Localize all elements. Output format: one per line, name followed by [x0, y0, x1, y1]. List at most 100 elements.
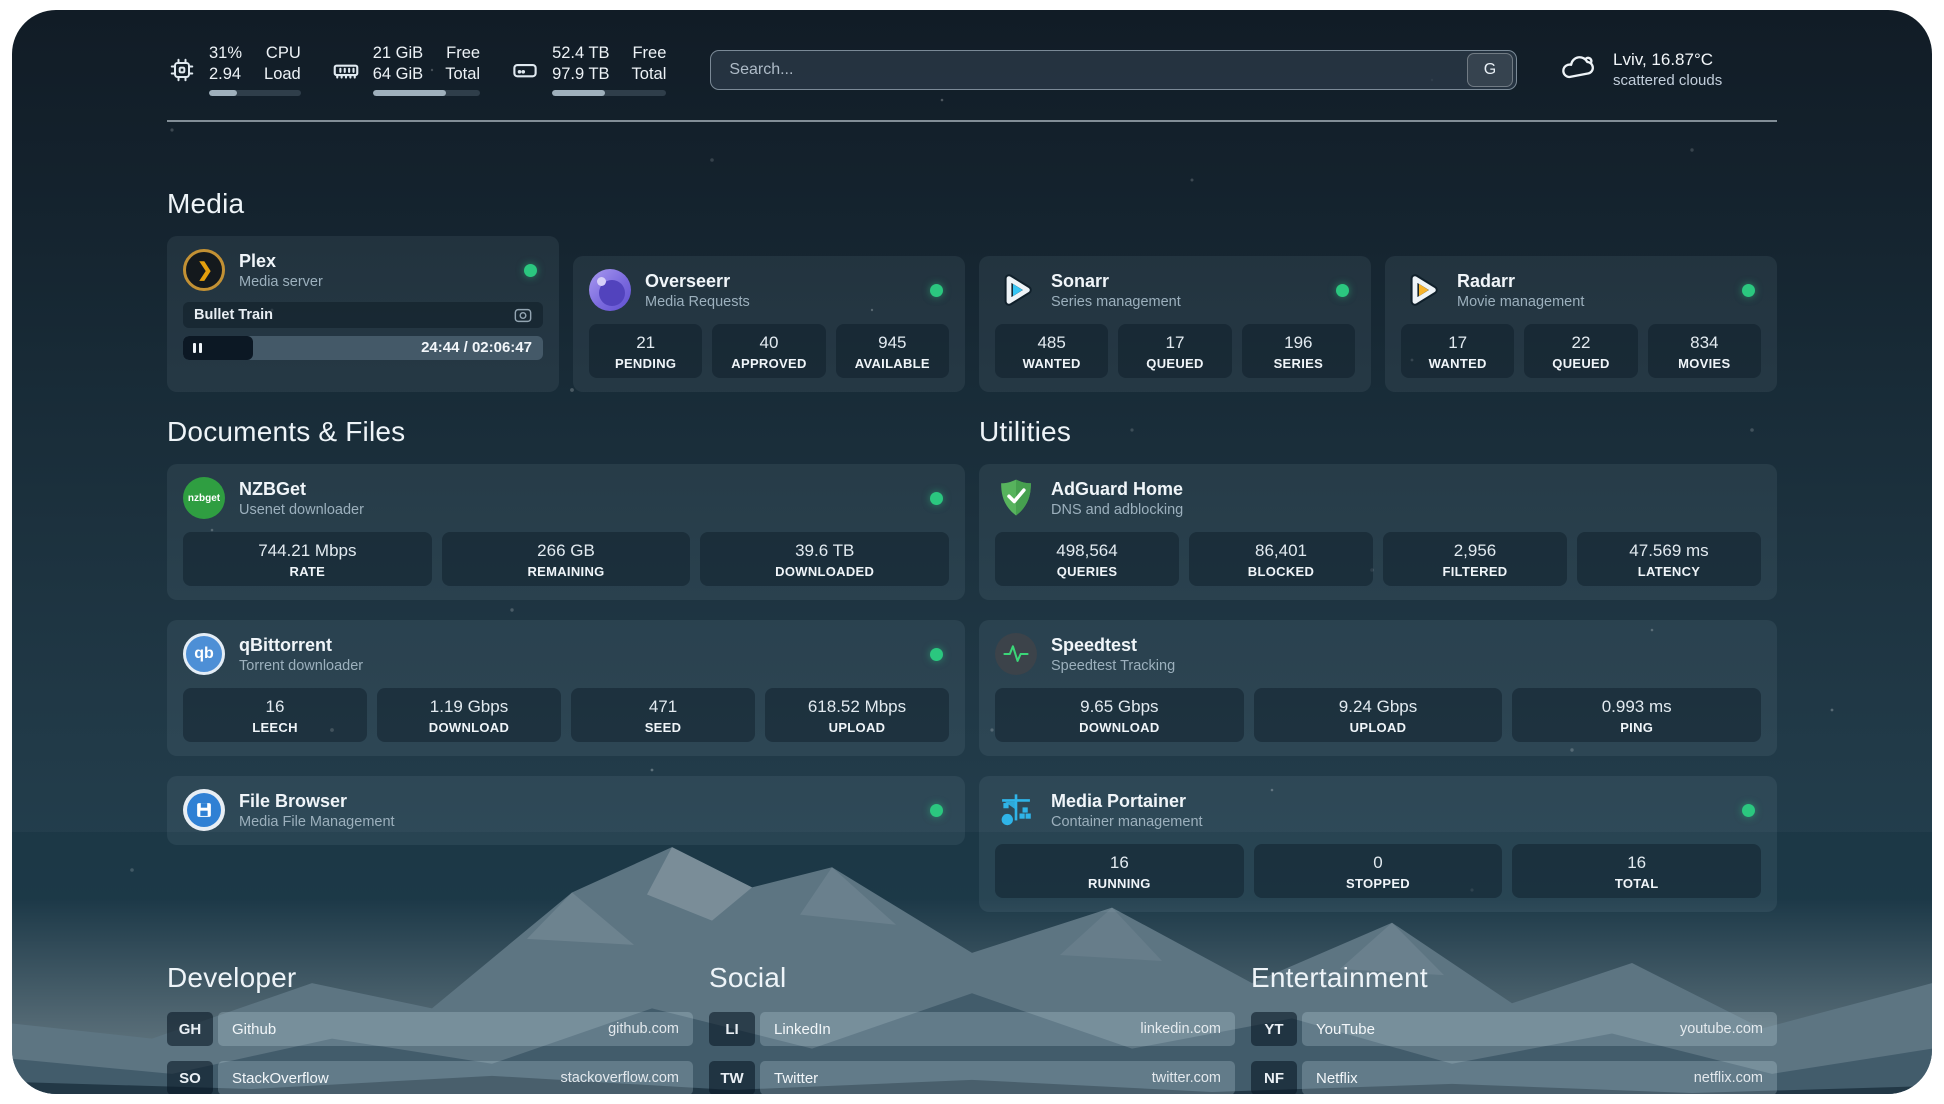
documents-section-title: Documents & Files [167, 416, 965, 448]
service-description: Movie management [1457, 294, 1584, 310]
overseerr-icon [589, 269, 631, 311]
service-description: DNS and adblocking [1051, 502, 1183, 518]
portainer-icon [995, 789, 1037, 831]
stat-box: 945AVAILABLE [836, 324, 949, 378]
service-description: Container management [1051, 814, 1203, 830]
status-online-dot [1742, 804, 1755, 817]
sonarr-card[interactable]: Sonarr Series management 485WANTED 17QUE… [979, 256, 1371, 392]
status-online-dot [524, 264, 537, 277]
speedtest-icon [995, 633, 1037, 675]
bookmark-name: StackOverflow [232, 1070, 329, 1087]
playback-time: 24:44 / 02:06:47 [421, 339, 532, 356]
bookmark-name: Github [232, 1021, 276, 1038]
adguard-card[interactable]: AdGuard Home DNS and adblocking 498,564Q… [979, 464, 1777, 600]
bookmark-url: netflix.com [1694, 1070, 1763, 1086]
cpu-icon [167, 55, 197, 85]
disk-stat-widget: 52.4 TB 97.9 TB Free Total [510, 43, 666, 96]
playback-progress-bar: 24:44 / 02:06:47 [183, 336, 543, 360]
bookmark-url: twitter.com [1152, 1070, 1221, 1086]
stat-box: 47.569 msLATENCY [1577, 532, 1761, 586]
entertainment-section-title: Entertainment [1251, 962, 1777, 994]
bookmark-name: LinkedIn [774, 1021, 831, 1038]
speedtest-card[interactable]: Speedtest Speedtest Tracking 9.65 GbpsDO… [979, 620, 1777, 756]
service-name: Speedtest [1051, 634, 1175, 656]
bookmark-abbr: SO [167, 1061, 213, 1094]
cpu-load-value: 2.94 [209, 64, 242, 85]
service-name: File Browser [239, 790, 395, 812]
stat-box: 17WANTED [1401, 324, 1514, 378]
stat-box: 266 GBREMAINING [442, 532, 691, 586]
stat-box: 834MOVIES [1648, 324, 1761, 378]
filebrowser-icon [183, 789, 225, 831]
bookmark-youtube[interactable]: YT YouTube youtube.com [1251, 1012, 1777, 1046]
plex-card[interactable]: ❯ Plex Media server Bullet Train [167, 236, 559, 392]
qbittorrent-icon: qb [183, 633, 225, 675]
nzbget-icon: nzbget [183, 477, 225, 519]
stat-box: 1.19 GbpsDOWNLOAD [377, 688, 561, 742]
bookmark-stackoverflow[interactable]: SO StackOverflow stackoverflow.com [167, 1061, 693, 1094]
disk-free-label: Free [632, 43, 666, 64]
cpu-load-label: Load [264, 64, 301, 85]
status-online-dot [930, 804, 943, 817]
memory-total-value: 64 GiB [373, 64, 423, 85]
stat-box: 86,401BLOCKED [1189, 532, 1373, 586]
radarr-card[interactable]: Radarr Movie management 17WANTED 22QUEUE… [1385, 256, 1777, 392]
overseerr-card[interactable]: Overseerr Media Requests 21PENDING 40APP… [573, 256, 965, 392]
stat-box: 39.6 TBDOWNLOADED [700, 532, 949, 586]
bookmark-linkedin[interactable]: LI LinkedIn linkedin.com [709, 1012, 1235, 1046]
disk-total-label: Total [632, 64, 667, 85]
weather-widget: Lviv, 16.87°C scattered clouds [1559, 50, 1777, 89]
pause-icon [193, 343, 202, 353]
utilities-section: Utilities AdGuard Home [979, 416, 1777, 912]
service-name: NZBGet [239, 478, 364, 500]
stat-box: 498,564QUERIES [995, 532, 1179, 586]
bookmark-github[interactable]: GH Github github.com [167, 1012, 693, 1046]
bookmark-twitter[interactable]: TW Twitter twitter.com [709, 1061, 1235, 1094]
status-online-dot [1742, 284, 1755, 297]
stat-box: 16LEECH [183, 688, 367, 742]
service-description: Torrent downloader [239, 658, 363, 674]
filebrowser-card[interactable]: File Browser Media File Management [167, 776, 965, 845]
stat-box: 16RUNNING [995, 844, 1244, 898]
topbar-divider [167, 120, 1777, 122]
status-online-dot [930, 284, 943, 297]
cpu-stat-widget: 31% 2.94 CPU Load [167, 43, 301, 96]
now-playing-row: Bullet Train [183, 302, 543, 328]
search-bar: G [710, 50, 1517, 90]
service-description: Media server [239, 274, 323, 290]
stat-box: 485WANTED [995, 324, 1108, 378]
stat-box: 21PENDING [589, 324, 702, 378]
qbittorrent-card[interactable]: qb qBittorrent Torrent downloader 16LEEC… [167, 620, 965, 756]
disk-free-value: 52.4 TB [552, 43, 609, 64]
service-description: Media Requests [645, 294, 750, 310]
status-online-dot [930, 492, 943, 505]
top-bar: 31% 2.94 CPU Load [167, 43, 1777, 96]
now-playing-title: Bullet Train [194, 307, 273, 323]
service-name: Media Portainer [1051, 790, 1203, 812]
service-name: Radarr [1457, 270, 1584, 292]
memory-icon [331, 55, 361, 85]
service-description: Usenet downloader [239, 502, 364, 518]
search-provider-button[interactable]: G [1467, 53, 1513, 87]
cpu-progress-bar [209, 90, 301, 96]
social-section: Social LI LinkedIn linkedin.com TW Twitt… [709, 962, 1235, 1094]
service-name: Plex [239, 250, 323, 272]
stat-box: 16TOTAL [1512, 844, 1761, 898]
search-input[interactable] [711, 61, 1467, 79]
stat-box: 744.21 MbpsRATE [183, 532, 432, 586]
bookmark-abbr: TW [709, 1061, 755, 1094]
stat-box: 618.52 MbpsUPLOAD [765, 688, 949, 742]
bookmark-url: github.com [608, 1021, 679, 1037]
bookmark-url: linkedin.com [1140, 1021, 1221, 1037]
bookmark-netflix[interactable]: NF Netflix netflix.com [1251, 1061, 1777, 1094]
nzbget-card[interactable]: nzbget NZBGet Usenet downloader 744.21 M… [167, 464, 965, 600]
bookmark-abbr: GH [167, 1012, 213, 1046]
service-description: Series management [1051, 294, 1181, 310]
bookmark-name: YouTube [1316, 1021, 1375, 1038]
utilities-section-title: Utilities [979, 416, 1777, 448]
stat-box: 9.24 GbpsUPLOAD [1254, 688, 1503, 742]
disk-icon [510, 55, 540, 85]
service-name: Sonarr [1051, 270, 1181, 292]
sonarr-icon [995, 269, 1037, 311]
portainer-card[interactable]: Media Portainer Container management 16R… [979, 776, 1777, 912]
